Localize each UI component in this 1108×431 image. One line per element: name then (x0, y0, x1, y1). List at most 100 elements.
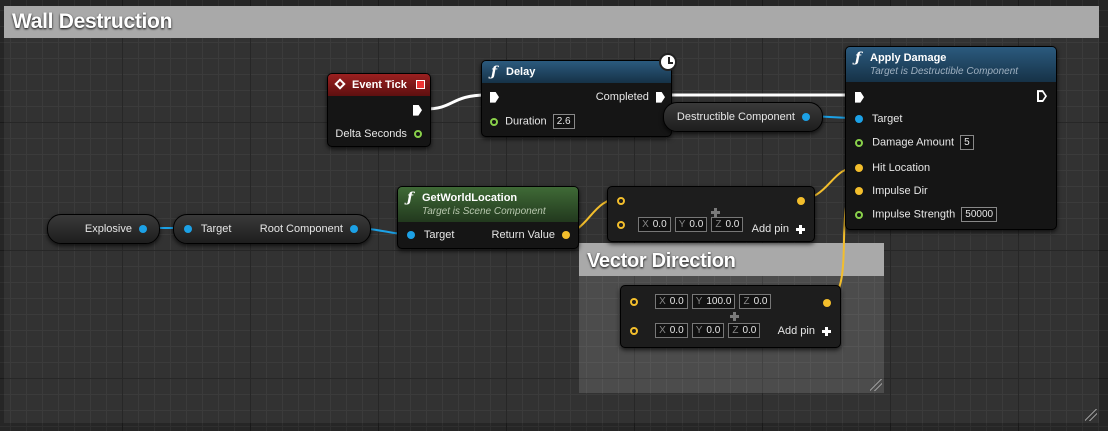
input-b-pin[interactable] (630, 326, 638, 335)
vector-add-node[interactable]: X 0.0 Y 100.0 Z 0.0 X 0.0 Y 0.0 Z 0.0 Add pin (620, 285, 841, 348)
exec-out-pin[interactable] (1037, 90, 1047, 102)
delta-seconds-pin[interactable] (414, 130, 422, 139)
x-field[interactable]: X 0.0 (655, 323, 688, 338)
y-field[interactable]: Y 0.0 (691, 323, 725, 338)
z-value: 0.0 (742, 325, 757, 336)
node-header: ƒ Apply Damage Target is Destructible Co… (846, 47, 1056, 82)
target-pin[interactable] (855, 115, 863, 124)
axis-label: Y (678, 219, 686, 230)
impulse-strength-pin[interactable] (855, 210, 863, 219)
z-field[interactable]: Z 0.0 (739, 294, 772, 309)
impulse-dir-row: Impulse Dir (855, 184, 928, 198)
output-row (823, 296, 831, 310)
z-field[interactable]: Z 0.0 (728, 323, 761, 338)
pin-label: Delta Seconds (335, 128, 407, 140)
add-operator-icon (711, 208, 720, 217)
event-tick-node[interactable]: Event Tick Delta Seconds (327, 73, 431, 147)
x-value: 0.0 (669, 325, 684, 336)
event-diamond-icon (334, 78, 346, 90)
duration-pin[interactable] (490, 117, 498, 126)
add-pin-plus-icon[interactable] (796, 224, 805, 234)
add-pin-label: Add pin (777, 325, 815, 337)
add-pin-plus-icon[interactable] (822, 326, 831, 336)
pin-label: Hit Location (872, 162, 931, 174)
y-value: 0.0 (706, 325, 721, 336)
vector-add-node[interactable]: X 0.0 Y 0.0 Z 0.0 Add pin (607, 186, 815, 242)
node-header: Event Tick (328, 74, 430, 96)
x-field[interactable]: X 0.0 (655, 294, 688, 309)
blueprint-graph-canvas[interactable]: Wall Destruction Vector Direction Event … (0, 0, 1108, 431)
completed-exec-pin[interactable] (656, 91, 665, 103)
target-row: Target (407, 228, 454, 242)
clock-icon (659, 53, 677, 71)
return-value-pin[interactable] (562, 231, 570, 240)
destructible-component-row: Destructible Component (677, 110, 810, 124)
get-world-location-node[interactable]: ƒ GetWorldLocation Target is Scene Compo… (397, 186, 579, 249)
input-b-row: X 0.0 Y 0.0 Z 0.0 (617, 217, 744, 232)
pin-label: Duration (505, 115, 547, 128)
hit-location-pin[interactable] (855, 164, 863, 173)
add-pin-row[interactable]: Add pin (778, 324, 831, 338)
x-field[interactable]: X 0.0 (638, 217, 671, 232)
explosive-pin[interactable] (139, 225, 147, 234)
exec-in-pin[interactable] (855, 91, 864, 103)
exec-in-pin[interactable] (490, 91, 499, 103)
duration-input[interactable]: 2.6 (552, 114, 575, 129)
input-a-row: X 0.0 Y 100.0 Z 0.0 (630, 294, 772, 309)
pin-label: Target (423, 229, 455, 241)
target-pin[interactable] (184, 225, 192, 234)
pin-label: Damage Amount (872, 136, 954, 149)
function-icon: ƒ (855, 50, 862, 66)
y-value: 0.0 (689, 219, 704, 230)
damage-amount-pin[interactable] (855, 138, 863, 147)
add-pin-row[interactable]: Add pin (752, 222, 805, 236)
node-title: GetWorldLocation (422, 192, 518, 204)
y-field[interactable]: Y 100.0 (691, 294, 736, 309)
damage-amount-input[interactable]: 5 (960, 135, 974, 150)
add-pin-label: Add pin (751, 223, 789, 235)
exec-in-row (490, 90, 499, 104)
output-row (797, 194, 805, 208)
z-value: 0.0 (753, 296, 768, 307)
y-field[interactable]: Y 0.0 (674, 217, 708, 232)
explosive-variable[interactable]: Explosive (47, 214, 160, 244)
z-value: 0.0 (725, 219, 740, 230)
pin-label: Target (200, 223, 232, 235)
delay-node[interactable]: ƒ Delay Completed Duration 2.6 (481, 53, 677, 137)
axis-label: Y (695, 296, 703, 307)
target-pin[interactable] (407, 231, 415, 240)
input-a-row (617, 194, 625, 208)
impulse-dir-pin[interactable] (855, 187, 863, 196)
pin-label: Impulse Strength (872, 208, 956, 221)
node-header: ƒ GetWorldLocation Target is Scene Compo… (398, 187, 578, 222)
function-icon: ƒ (407, 190, 414, 206)
input-a-pin[interactable] (630, 297, 638, 306)
destructible-component-getter[interactable]: Destructible Component (663, 102, 823, 132)
axis-label: Z (715, 219, 722, 230)
input-b-pin[interactable] (617, 220, 625, 229)
x-value: 0.0 (652, 219, 667, 230)
z-field[interactable]: Z 0.0 (711, 217, 744, 232)
x-value: 0.0 (669, 296, 684, 307)
damage-amount-row: Damage Amount 5 (855, 135, 974, 150)
exec-out-pin[interactable] (413, 104, 422, 116)
impulse-strength-row: Impulse Strength 50000 (855, 207, 998, 222)
root-component-pin[interactable] (350, 225, 358, 234)
root-component-row: Root Component (260, 222, 358, 236)
node-subtitle: Target is Scene Component (422, 206, 546, 217)
axis-label: Z (732, 325, 739, 336)
node-title: Apply Damage (870, 52, 947, 64)
event-delegate-icon[interactable] (416, 80, 425, 89)
output-pin[interactable] (797, 197, 805, 206)
pin-label: Explosive (84, 223, 132, 235)
output-pin[interactable] (823, 299, 831, 308)
root-component-getter[interactable]: Target Root Component (173, 214, 371, 244)
add-operator-icon (730, 312, 739, 321)
node-title: Event Tick (352, 79, 407, 91)
impulse-strength-input[interactable]: 50000 (961, 207, 998, 222)
apply-damage-node[interactable]: ƒ Apply Damage Target is Destructible Co… (845, 46, 1057, 230)
y-value: 100.0 (706, 296, 732, 307)
destructible-component-pin[interactable] (802, 113, 810, 122)
input-a-pin[interactable] (617, 197, 625, 206)
exec-out-row (1037, 89, 1047, 103)
